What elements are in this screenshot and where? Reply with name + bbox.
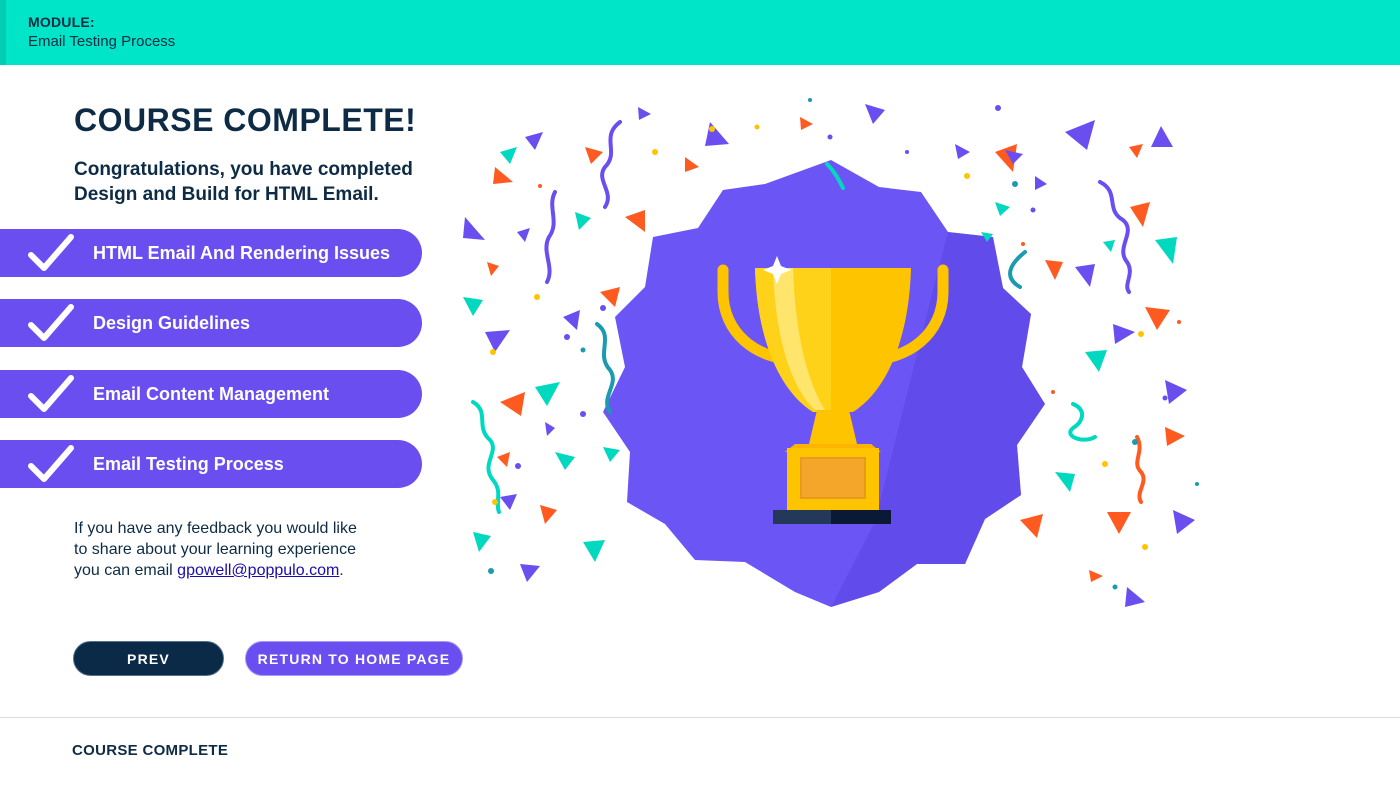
page-title: COURSE COMPLETE! — [74, 102, 417, 138]
checkmark-icon — [28, 234, 74, 271]
header-edge — [0, 0, 6, 65]
feedback-text: If you have any feedback you would like … — [74, 518, 394, 581]
feedback-prefix: you can email — [74, 562, 178, 579]
lesson-label: Design Guidelines — [93, 313, 251, 333]
feedback-line: you can email gpowell@poppulo.com. — [74, 560, 394, 581]
checkmark-icon — [28, 445, 74, 482]
return-home-button[interactable]: RETURN TO HOME PAGE — [245, 641, 463, 676]
module-header: MODULE: Email Testing Process — [0, 0, 1400, 65]
lesson-item: HTML Email And Rendering Issues — [0, 229, 422, 277]
lesson-label: Email Testing Process — [93, 454, 284, 474]
footer-divider — [0, 717, 1400, 718]
module-label: MODULE: — [28, 14, 95, 30]
trophy-illustration — [463, 98, 1199, 607]
prev-button[interactable]: PREV — [73, 641, 224, 676]
footer-page-title: COURSE COMPLETE — [72, 742, 229, 759]
lesson-label: HTML Email And Rendering Issues — [93, 243, 391, 263]
congratulations-message: Congratulations, you have completed Desi… — [74, 159, 413, 205]
lesson-label: Email Content Management — [93, 384, 330, 404]
feedback-line: If you have any feedback you would like — [74, 520, 357, 537]
feedback-email-link[interactable]: gpowell@poppulo.com — [177, 562, 339, 579]
checkmark-icon — [28, 375, 74, 412]
feedback-suffix: . — [339, 562, 344, 579]
module-name: Email Testing Process — [28, 33, 176, 50]
checkmark-icon — [28, 304, 74, 341]
lesson-item: Design Guidelines — [0, 299, 422, 347]
lesson-item: Email Testing Process — [0, 440, 422, 488]
lesson-item: Email Content Management — [0, 370, 422, 418]
feedback-line: to share about your learning experience — [74, 541, 356, 558]
